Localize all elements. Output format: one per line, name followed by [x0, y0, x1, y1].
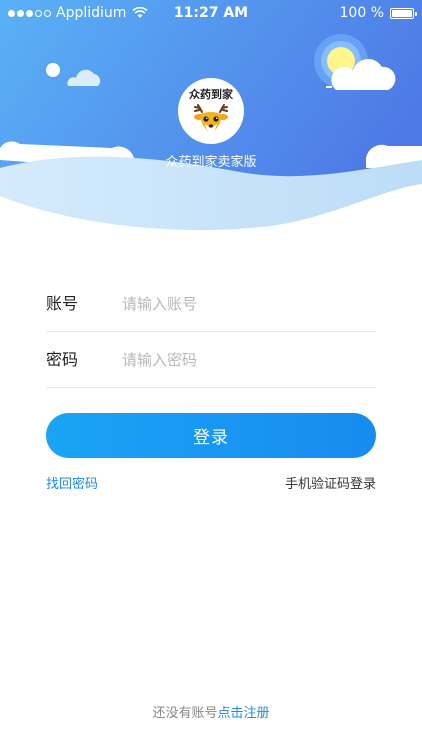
moon-icon [46, 63, 60, 77]
app-logo: 众药到家 [178, 78, 244, 144]
register-prompt: 还没有账号 [152, 706, 218, 721]
battery-percent: 100 % [339, 5, 384, 21]
account-row: 账号 [46, 276, 376, 332]
login-button[interactable]: 登录 [46, 413, 376, 458]
password-input[interactable] [122, 346, 362, 374]
status-bar: Applidium 11:27 AM 100 % [0, 0, 422, 26]
register-link[interactable]: 点击注册 [218, 706, 270, 721]
password-label: 密码 [46, 350, 79, 369]
forgot-password-link[interactable]: 找回密码 [46, 473, 98, 492]
status-right: 100 % [339, 5, 417, 21]
register-footer: 还没有账号点击注册 [0, 702, 422, 721]
battery-icon [390, 7, 417, 19]
logo-text: 众药到家 [189, 88, 233, 101]
account-label: 账号 [46, 294, 79, 313]
sms-login-link[interactable]: 手机验证码登录 [285, 473, 376, 492]
deer-icon [194, 104, 228, 134]
password-row: 密码 [46, 332, 376, 388]
app-name: 众药到家卖家版 [165, 155, 257, 170]
account-input[interactable] [122, 290, 362, 318]
header-banner: Applidium 11:27 AM 100 % 众药到家 众药到家卖家版 [0, 0, 422, 240]
